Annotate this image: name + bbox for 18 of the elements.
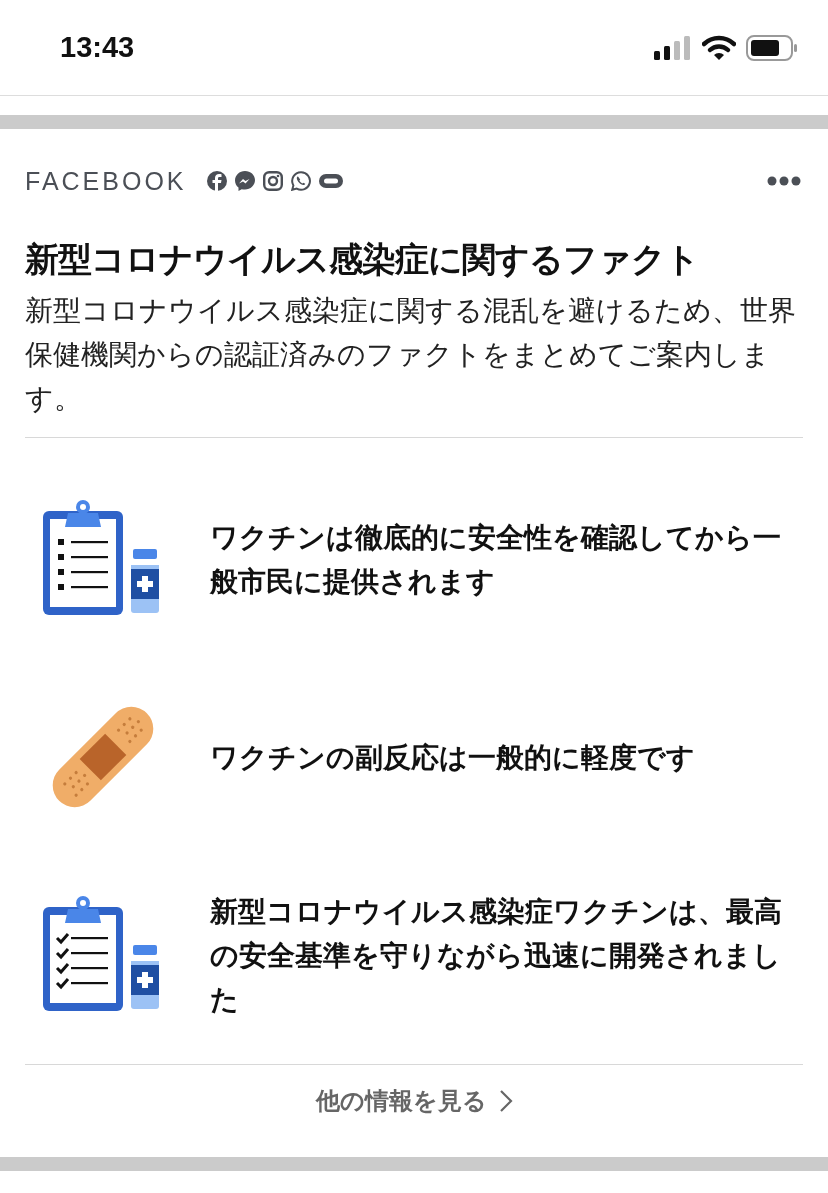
fact-text: 新型コロナウイルス感染症ワクチンは、最高の安全基準を守りながら迅速に開発されました xyxy=(210,894,783,1017)
signal-icon xyxy=(654,35,692,60)
pill-icon xyxy=(318,173,343,189)
chevron-right-icon xyxy=(498,1089,513,1113)
card-description: 新型コロナウイルス感染症に関する混乱を避けるため、世界保健機関からの認証済みのファクトをまとめてご案内します。 xyxy=(25,293,797,417)
wifi-icon xyxy=(702,35,736,60)
see-more-link[interactable]: 他の情報を見る xyxy=(315,1085,513,1117)
fact-text: ワクチンの副反応は一般的に軽度です xyxy=(210,740,696,775)
fact-text: ワクチンは徹底的に安全性を確認してから一般市民に提供されます xyxy=(210,520,782,599)
battery-icon xyxy=(746,34,798,61)
status-time: 13:43 xyxy=(60,31,135,64)
card-title: 新型コロナウイルス感染症に関するファクト xyxy=(25,238,700,281)
phone-bubble-icon xyxy=(290,171,311,191)
brand-name: FACEBOOK xyxy=(25,166,187,196)
f-circle-icon xyxy=(206,171,227,191)
chat-bolt-icon xyxy=(234,171,255,191)
more-icon[interactable] xyxy=(767,176,801,186)
camera-icon xyxy=(262,171,283,191)
